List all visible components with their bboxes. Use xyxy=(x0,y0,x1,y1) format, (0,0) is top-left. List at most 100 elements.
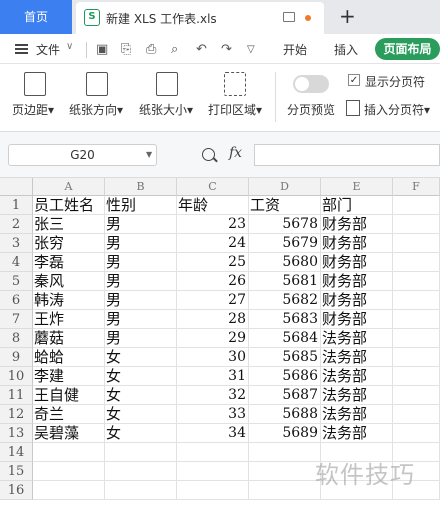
table-cell[interactable] xyxy=(393,234,440,253)
row-header[interactable]: 8 xyxy=(0,329,33,348)
table-cell[interactable] xyxy=(249,443,321,462)
table-cell[interactable]: 女 xyxy=(105,405,177,424)
table-cell[interactable] xyxy=(393,291,440,310)
table-cell[interactable]: 员工姓名 xyxy=(33,196,105,215)
table-cell[interactable] xyxy=(33,443,105,462)
export-icon[interactable]: ⎘ xyxy=(121,42,131,58)
print-icon[interactable]: ⎙ xyxy=(146,42,156,58)
table-cell[interactable] xyxy=(393,253,440,272)
table-cell[interactable]: 男 xyxy=(105,272,177,291)
table-cell[interactable] xyxy=(393,405,440,424)
table-cell[interactable] xyxy=(33,481,105,500)
table-cell[interactable]: 男 xyxy=(105,253,177,272)
column-header[interactable]: A xyxy=(33,178,105,196)
table-cell[interactable]: 27 xyxy=(177,291,249,310)
table-cell[interactable] xyxy=(177,462,249,481)
table-cell[interactable] xyxy=(33,462,105,481)
table-cell[interactable]: 财务部 xyxy=(321,215,393,234)
table-cell[interactable]: 财务部 xyxy=(321,272,393,291)
show-page-breaks-checkbox[interactable]: ✓ xyxy=(348,74,360,86)
table-cell[interactable]: 女 xyxy=(105,367,177,386)
table-cell[interactable]: 30 xyxy=(177,348,249,367)
table-cell[interactable]: 5683 xyxy=(249,310,321,329)
table-cell[interactable]: 男 xyxy=(105,329,177,348)
column-header[interactable]: F xyxy=(393,178,440,196)
table-cell[interactable]: 财务部 xyxy=(321,253,393,272)
table-cell[interactable]: 5689 xyxy=(249,424,321,443)
table-cell[interactable]: 26 xyxy=(177,272,249,291)
hamburger-menu-icon[interactable] xyxy=(15,44,28,54)
page-margins-icon[interactable] xyxy=(24,72,46,96)
table-cell[interactable] xyxy=(393,272,440,291)
menu-insert[interactable]: 插入 xyxy=(334,41,358,58)
row-header[interactable]: 3 xyxy=(0,234,33,253)
print-area-icon[interactable] xyxy=(224,72,246,96)
row-header[interactable]: 5 xyxy=(0,272,33,291)
print-preview-icon[interactable]: ⌕ xyxy=(171,42,178,58)
table-cell[interactable] xyxy=(105,481,177,500)
select-all-corner[interactable] xyxy=(0,178,33,196)
table-cell[interactable]: 张三 xyxy=(33,215,105,234)
table-cell[interactable]: 蛤蛤 xyxy=(33,348,105,367)
table-cell[interactable]: 男 xyxy=(105,215,177,234)
new-tab-plus-icon[interactable]: + xyxy=(339,4,356,28)
table-cell[interactable]: 5678 xyxy=(249,215,321,234)
table-cell[interactable]: 法务部 xyxy=(321,386,393,405)
table-cell[interactable]: 男 xyxy=(105,291,177,310)
column-header[interactable]: C xyxy=(177,178,249,196)
tab-home[interactable]: 首页 xyxy=(0,0,72,34)
table-cell[interactable] xyxy=(177,443,249,462)
window-icon[interactable] xyxy=(283,12,295,22)
table-cell[interactable] xyxy=(393,367,440,386)
table-cell[interactable]: 法务部 xyxy=(321,367,393,386)
table-cell[interactable] xyxy=(249,481,321,500)
menu-page-layout[interactable]: 页面布局 xyxy=(375,38,440,60)
orientation-button[interactable]: 纸张方向▾ xyxy=(69,101,123,118)
table-cell[interactable]: 王自健 xyxy=(33,386,105,405)
table-cell[interactable]: 女 xyxy=(105,424,177,443)
table-cell[interactable] xyxy=(393,329,440,348)
menu-start[interactable]: 开始 xyxy=(283,41,307,58)
row-header[interactable]: 1 xyxy=(0,196,33,215)
row-header[interactable]: 15 xyxy=(0,462,33,481)
customize-chevron-icon[interactable]: ▽ xyxy=(247,42,255,58)
table-cell[interactable] xyxy=(105,443,177,462)
table-cell[interactable]: 女 xyxy=(105,386,177,405)
row-header[interactable]: 9 xyxy=(0,348,33,367)
row-header[interactable]: 11 xyxy=(0,386,33,405)
table-cell[interactable]: 性别 xyxy=(105,196,177,215)
table-cell[interactable]: 34 xyxy=(177,424,249,443)
table-cell[interactable] xyxy=(393,348,440,367)
zoom-icon[interactable] xyxy=(202,148,215,161)
row-header[interactable]: 16 xyxy=(0,481,33,500)
undo-icon[interactable]: ↶ xyxy=(196,42,207,58)
table-cell[interactable]: 法务部 xyxy=(321,329,393,348)
name-box[interactable]: G20 xyxy=(8,144,157,166)
paper-size-icon[interactable] xyxy=(156,72,178,96)
print-area-button[interactable]: 打印区域▾ xyxy=(208,101,262,118)
table-cell[interactable]: 工资 xyxy=(249,196,321,215)
table-cell[interactable]: 5688 xyxy=(249,405,321,424)
table-cell[interactable]: 5679 xyxy=(249,234,321,253)
table-cell[interactable]: 23 xyxy=(177,215,249,234)
table-cell[interactable]: 法务部 xyxy=(321,405,393,424)
table-cell[interactable]: 秦风 xyxy=(33,272,105,291)
table-cell[interactable]: 31 xyxy=(177,367,249,386)
row-header[interactable]: 10 xyxy=(0,367,33,386)
insert-page-break-icon[interactable] xyxy=(346,100,360,116)
table-cell[interactable]: 法务部 xyxy=(321,424,393,443)
page-break-preview-toggle[interactable] xyxy=(293,75,329,93)
table-cell[interactable]: 财务部 xyxy=(321,291,393,310)
column-header[interactable]: D xyxy=(249,178,321,196)
table-cell[interactable] xyxy=(393,196,440,215)
column-header[interactable]: E xyxy=(321,178,393,196)
table-cell[interactable]: 法务部 xyxy=(321,348,393,367)
name-box-dropdown-icon[interactable]: ▼ xyxy=(146,150,152,159)
paper-size-button[interactable]: 纸张大小▾ xyxy=(139,101,193,118)
table-cell[interactable]: 男 xyxy=(105,310,177,329)
insert-page-break-button[interactable]: 插入分页符▾ xyxy=(364,101,430,118)
table-cell[interactable]: 5682 xyxy=(249,291,321,310)
row-header[interactable]: 2 xyxy=(0,215,33,234)
table-cell[interactable]: 32 xyxy=(177,386,249,405)
table-cell[interactable]: 王炸 xyxy=(33,310,105,329)
